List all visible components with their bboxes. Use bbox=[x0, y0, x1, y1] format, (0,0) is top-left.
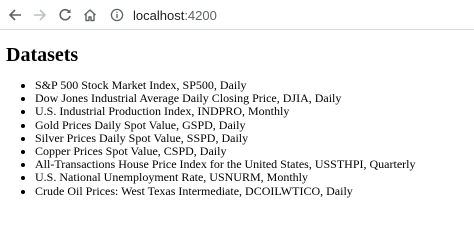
list-item: U.S. National Unemployment Rate, USNURM,… bbox=[35, 171, 416, 184]
url-host: localhost bbox=[133, 7, 185, 23]
url-text: localhost:4200 bbox=[133, 8, 217, 23]
arrow-right-icon bbox=[34, 9, 47, 21]
dataset-list: S&P 500 Stock Market Index, SP500, Daily… bbox=[0, 78, 416, 198]
home-button[interactable] bbox=[80, 5, 100, 25]
back-button[interactable] bbox=[5, 5, 25, 25]
list-item: Crude Oil Prices: West Texas Intermediat… bbox=[35, 184, 416, 198]
page-title: Datasets bbox=[6, 44, 79, 66]
site-info-icon[interactable] bbox=[110, 8, 124, 22]
list-item: U.S. Industrial Production Index, INDPRO… bbox=[35, 105, 416, 118]
home-icon bbox=[84, 9, 96, 22]
list-item: Gold Prices Daily Spot Value, GSPD, Dail… bbox=[35, 118, 416, 132]
arrow-left-icon bbox=[8, 9, 21, 21]
reload-icon bbox=[59, 8, 71, 21]
url-port: :4200 bbox=[184, 7, 217, 23]
browser-toolbar: localhost:4200 bbox=[0, 0, 474, 30]
reload-button[interactable] bbox=[55, 5, 75, 25]
address-bar[interactable]: localhost:4200 bbox=[104, 3, 474, 27]
page-content: Datasets S&P 500 Stock Market Index, SP5… bbox=[0, 31, 474, 246]
forward-button[interactable] bbox=[30, 5, 50, 25]
